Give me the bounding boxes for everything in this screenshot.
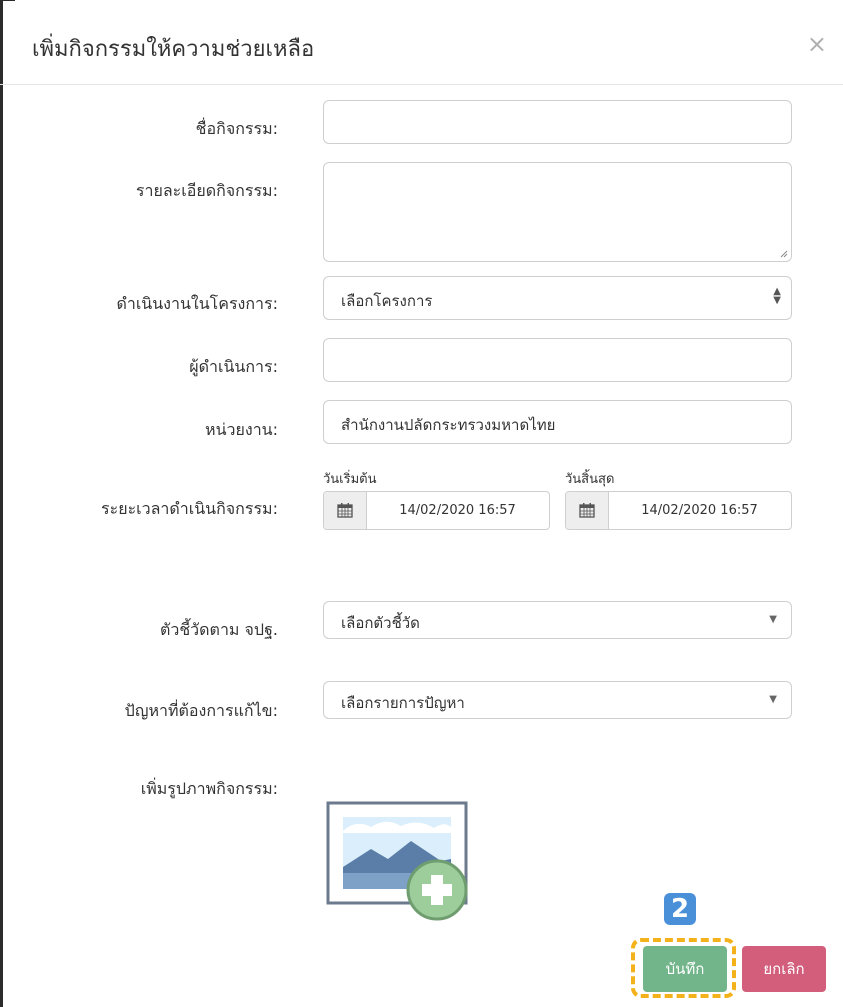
calendar-icon [579, 503, 595, 518]
window-edge [0, 0, 3, 1007]
start-date-label: วันเริ่มต้น [323, 472, 377, 487]
step-badge: 2 [664, 893, 696, 925]
calendar-icon [337, 503, 353, 518]
activity-name-label: ชื่อกิจกรรม: [195, 119, 278, 138]
chevron-down-icon: ▼ [769, 614, 777, 625]
image-label: เพิ่มรูปภาพกิจกรรม: [140, 779, 278, 798]
end-calendar-button[interactable] [566, 492, 609, 529]
activity-name-input[interactable] [323, 100, 792, 144]
end-date-picker[interactable]: 14/02/2020 16:57 [565, 491, 792, 530]
period-label: ระยะเวลาดำเนินกิจกรรม: [101, 499, 278, 518]
agency-value: สำนักงานปลัดกระทรวงมหาดไทย [341, 416, 556, 434]
close-button[interactable]: × [807, 30, 827, 58]
end-date-value[interactable]: 14/02/2020 16:57 [608, 503, 791, 518]
problem-select[interactable]: เลือกรายการปัญหา ▼ [323, 681, 792, 719]
resize-grip-icon[interactable] [780, 250, 788, 258]
activity-detail-textarea[interactable] [323, 162, 792, 262]
start-calendar-button[interactable] [324, 492, 367, 529]
chevron-down-icon: ▼ [769, 694, 777, 705]
project-select-value: เลือกโครงการ [341, 292, 433, 310]
modal-header: เพิ่มกิจกรรมให้ความช่วยเหลือ × [0, 0, 843, 85]
project-select[interactable]: เลือกโครงการ ▲ ▼ [323, 276, 792, 320]
start-date-value[interactable]: 14/02/2020 16:57 [366, 503, 549, 518]
cancel-button[interactable]: ยกเลิก [742, 946, 826, 992]
indicator-label: ตัวชี้วัดตาม จปฐ. [159, 620, 278, 639]
operator-label: ผู้ดำเนินการ: [189, 357, 278, 376]
problem-label: ปัญหาที่ต้องการแก้ไข: [124, 701, 278, 720]
indicator-select[interactable]: เลือกตัวชี้วัด ▼ [323, 601, 792, 639]
select-updown-icon: ▲ ▼ [773, 286, 781, 306]
save-button[interactable]: บันทึก [643, 946, 727, 992]
start-date-picker[interactable]: 14/02/2020 16:57 [323, 491, 550, 530]
project-label: ดำเนินงานในโครงการ: [116, 294, 278, 313]
indicator-select-value: เลือกตัวชี้วัด [341, 614, 420, 632]
modal-title: เพิ่มกิจกรรมให้ความช่วยเหลือ [32, 37, 315, 62]
operator-input[interactable] [323, 338, 792, 382]
end-date-label: วันสิ้นสุด [565, 472, 615, 487]
activity-detail-label: รายละเอียดกิจกรรม: [135, 181, 278, 200]
add-image-button[interactable] [326, 801, 471, 926]
agency-input[interactable]: สำนักงานปลัดกระทรวงมหาดไทย [323, 400, 792, 444]
problem-select-value: เลือกรายการปัญหา [341, 694, 465, 712]
add-image-icon [326, 801, 468, 921]
agency-label: หน่วยงาน: [205, 420, 278, 439]
